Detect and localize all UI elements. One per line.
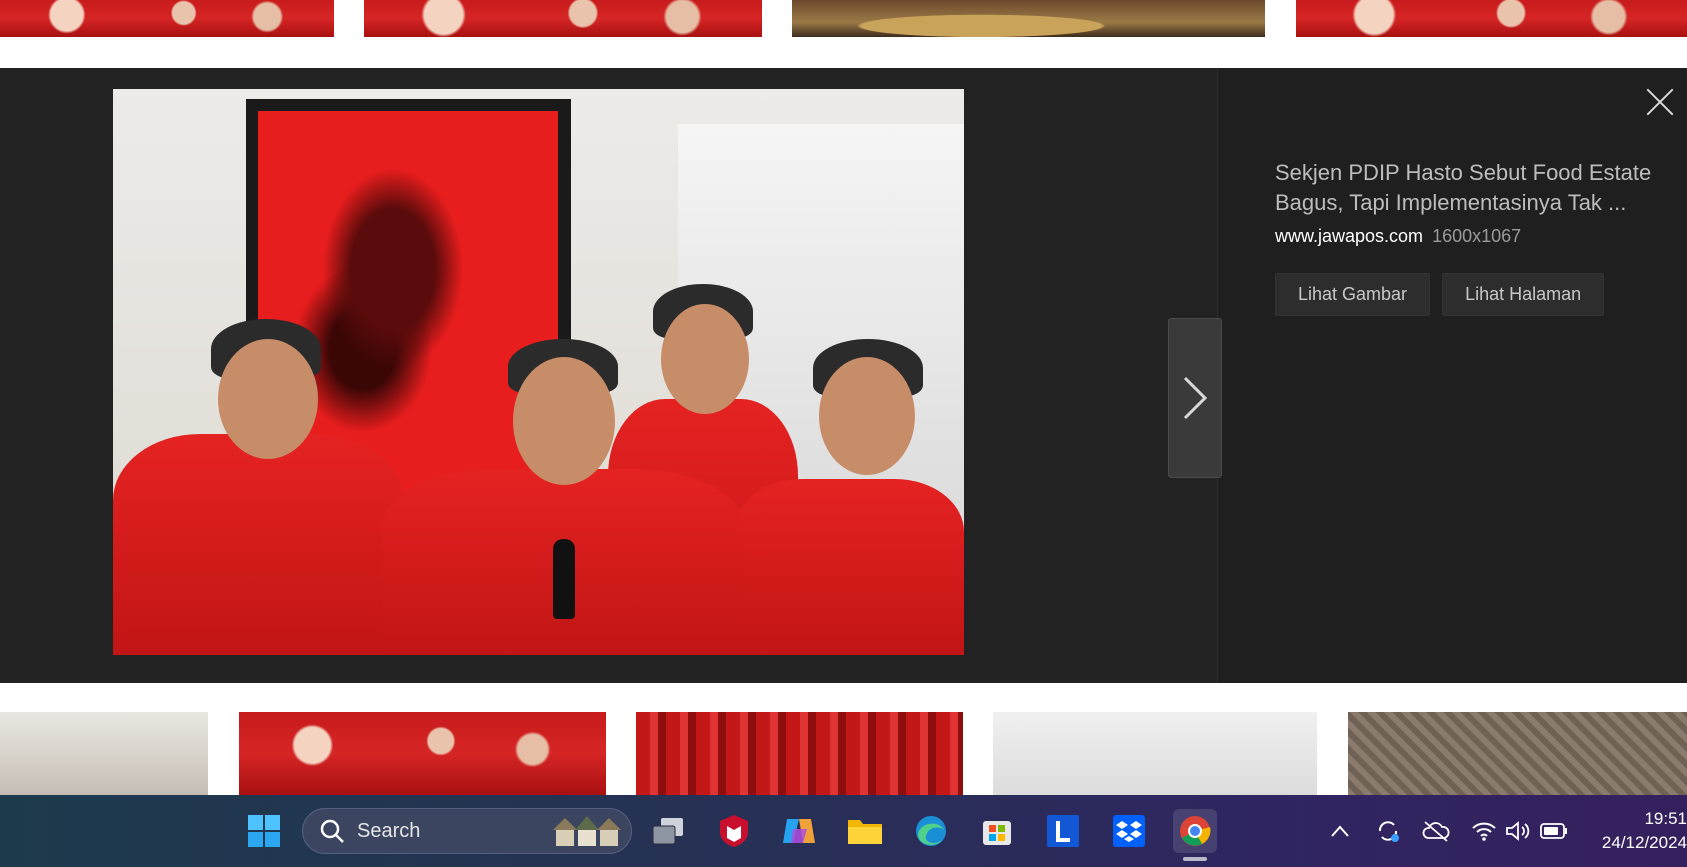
thumbnail-bottom-3[interactable] xyxy=(636,712,963,795)
search-icon xyxy=(320,819,344,843)
image-search-page: Sekjen PDIP Hasto Sebut Food Estate Bagu… xyxy=(0,0,1687,867)
battery-tray-icon[interactable] xyxy=(1540,817,1568,845)
search-label: Search xyxy=(357,819,421,842)
folder-icon xyxy=(848,820,882,844)
image-source-line: www.jawapos.com 1600x1067 xyxy=(1275,226,1655,247)
view-image-button[interactable]: Lihat Gambar xyxy=(1275,273,1431,316)
next-image-button[interactable] xyxy=(1168,318,1222,478)
dropbox-app[interactable] xyxy=(1107,809,1151,853)
source-domain-link[interactable]: www.jawapos.com xyxy=(1275,226,1423,246)
image-details: Sekjen PDIP Hasto Sebut Food Estate Bagu… xyxy=(1275,158,1655,316)
thumbnail-top-3[interactable] xyxy=(792,0,1265,37)
thumbnail-bottom-2[interactable] xyxy=(239,712,606,795)
taskbar-search-box[interactable]: Search xyxy=(302,808,632,854)
view-page-button[interactable]: Lihat Halaman xyxy=(1442,273,1605,316)
sync-tray-icon[interactable] xyxy=(1374,817,1402,845)
image-preview-panel: Sekjen PDIP Hasto Sebut Food Estate Bagu… xyxy=(0,68,1687,683)
onedrive-tray-icon[interactable] xyxy=(1422,817,1450,845)
clock-time: 19:51 xyxy=(1644,809,1687,828)
windows-logo-icon xyxy=(248,815,280,847)
edge-browser-app[interactable] xyxy=(909,809,953,853)
thumbnail-bottom-1[interactable] xyxy=(0,712,208,795)
clock-date: 24/12/2024 xyxy=(1601,833,1687,852)
sync-icon xyxy=(1378,821,1399,842)
file-explorer-app[interactable] xyxy=(843,809,887,853)
start-button[interactable] xyxy=(242,809,286,853)
wifi-tray-icon[interactable] xyxy=(1470,817,1498,845)
thumbnail-top-4[interactable] xyxy=(1296,0,1687,37)
wifi-icon xyxy=(1472,822,1496,841)
preview-image[interactable] xyxy=(113,89,964,655)
chrome-icon xyxy=(1180,816,1211,846)
task-view-icon xyxy=(652,818,683,845)
system-clock[interactable]: 19:51 24/12/2024 xyxy=(1585,807,1687,855)
close-icon[interactable] xyxy=(1642,84,1678,120)
image-dimensions: 1600x1067 xyxy=(1432,226,1522,246)
mcafee-app[interactable] xyxy=(712,809,756,853)
volume-tray-icon[interactable] xyxy=(1504,817,1532,845)
cloud-offline-icon xyxy=(1422,821,1450,842)
dropbox-icon xyxy=(1113,815,1145,847)
edge-icon xyxy=(916,816,946,846)
action-buttons: Lihat Gambar Lihat Halaman xyxy=(1275,273,1655,316)
thumbnail-top-1[interactable] xyxy=(0,0,334,37)
thumbnail-bottom-4[interactable] xyxy=(993,712,1317,795)
task-view-button[interactable] xyxy=(646,809,690,853)
launcher-app[interactable] xyxy=(1041,809,1085,853)
speaker-icon xyxy=(1506,821,1530,841)
active-app-indicator xyxy=(1183,857,1207,861)
mcafee-shield-icon xyxy=(720,815,748,847)
taskbar: Search 19:51 24/12/2024 xyxy=(0,795,1687,867)
chevron-right-icon xyxy=(1183,376,1208,420)
chevron-up-icon xyxy=(1331,825,1349,837)
battery-icon xyxy=(1540,823,1567,839)
copilot-icon xyxy=(783,819,815,843)
letter-l-app-icon xyxy=(1047,815,1079,847)
microsoft-store-app[interactable] xyxy=(975,809,1019,853)
show-hidden-icons-button[interactable] xyxy=(1326,817,1354,845)
chrome-browser-app[interactable] xyxy=(1173,809,1217,853)
houses-illustration-icon xyxy=(553,816,621,846)
thumbnail-bottom-5[interactable] xyxy=(1348,712,1687,795)
copilot-app[interactable] xyxy=(777,809,821,853)
store-icon xyxy=(983,821,1011,845)
thumbnail-top-2[interactable] xyxy=(364,0,762,37)
image-title[interactable]: Sekjen PDIP Hasto Sebut Food Estate Bagu… xyxy=(1275,158,1655,218)
